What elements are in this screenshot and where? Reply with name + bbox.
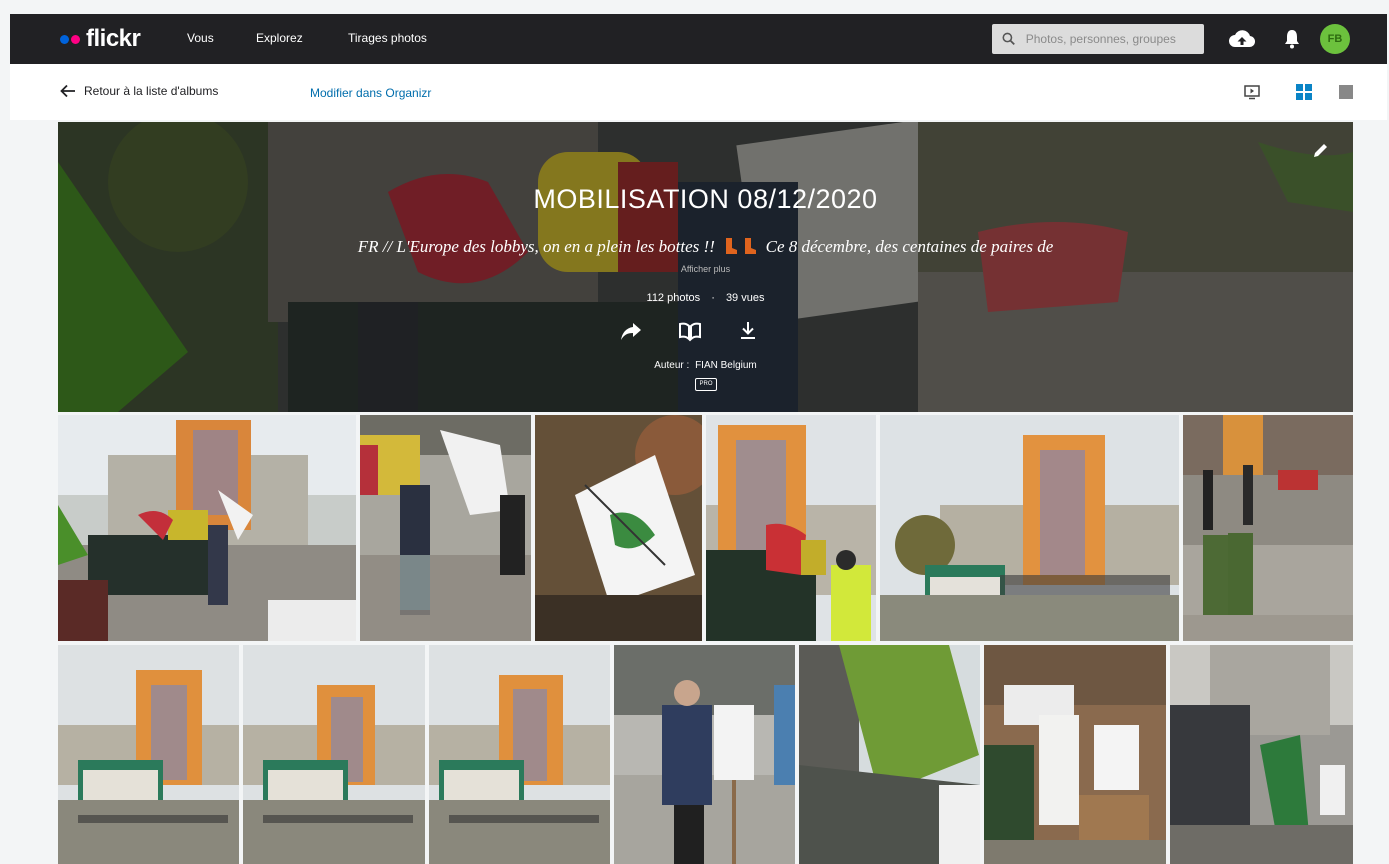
upload-icon[interactable]: [1228, 28, 1256, 50]
edit-in-organizr-link[interactable]: Modifier dans Organizr: [310, 86, 431, 100]
album-cover: MOBILISATION 08/12/2020 FR // L'Europe d…: [58, 122, 1353, 412]
top-navigation-bar: flickr Vous Explorez Tirages photos FB: [10, 14, 1387, 64]
author-name-link[interactable]: FIAN Belgium: [695, 360, 757, 371]
user-avatar[interactable]: FB: [1320, 24, 1350, 54]
album-author: Auteur : FIAN Belgium: [58, 360, 1353, 371]
pro-badge: PRO: [695, 378, 717, 391]
logo-pink-dot: [71, 34, 80, 44]
view-count: 39 vues: [725, 292, 765, 304]
photo-thumbnail[interactable]: [880, 415, 1179, 641]
photo-thumbnail[interactable]: [360, 415, 531, 641]
stats-separator: ·: [711, 292, 715, 304]
photo-thumbnail[interactable]: [614, 645, 795, 864]
photo-image: [1183, 415, 1353, 641]
photo-image: [880, 415, 1179, 641]
photo-image: [535, 415, 702, 641]
description-text-end: Ce 8 décembre, des centaines de paires d…: [765, 237, 1054, 256]
photo-thumbnail[interactable]: [429, 645, 610, 864]
download-icon[interactable]: [737, 320, 759, 342]
photo-thumbnail[interactable]: [535, 415, 702, 641]
slideshow-icon[interactable]: [1243, 83, 1261, 101]
share-icon[interactable]: [619, 320, 643, 342]
grid-view-icon[interactable]: [1295, 83, 1313, 101]
search-icon: [1002, 32, 1015, 46]
boot-emoji-icon: [745, 238, 757, 254]
book-icon[interactable]: [677, 320, 703, 342]
photo-thumbnail[interactable]: [58, 415, 356, 641]
photo-thumbnail[interactable]: [243, 645, 425, 864]
photo-image: [984, 645, 1166, 864]
photo-thumbnail[interactable]: [1183, 415, 1353, 641]
photo-image: [614, 645, 795, 864]
arrow-left-icon: [60, 84, 75, 98]
photo-image: [58, 415, 356, 641]
photo-thumbnail[interactable]: [58, 645, 239, 864]
photo-image: [706, 415, 876, 641]
nav-explore[interactable]: Explorez: [256, 31, 303, 45]
photo-thumbnail[interactable]: [1170, 645, 1353, 864]
photo-image: [799, 645, 980, 864]
photo-thumbnail[interactable]: [706, 415, 876, 641]
album-actions: [619, 320, 759, 342]
boot-emoji-icon: [726, 238, 738, 254]
album-toolbar: Retour à la liste d'albums Modifier dans…: [10, 64, 1387, 120]
photo-image: [243, 645, 425, 864]
logo-text: flickr: [86, 25, 141, 52]
nav-prints[interactable]: Tirages photos: [348, 31, 427, 45]
photo-thumbnail[interactable]: [984, 645, 1166, 864]
album-stats: 112 photos · 39 vues: [58, 292, 1353, 304]
edit-pencil-icon[interactable]: [1311, 140, 1331, 160]
notifications-bell-icon[interactable]: [1283, 28, 1301, 50]
search-input[interactable]: [1023, 31, 1204, 47]
photo-image: [429, 645, 610, 864]
photo-image: [1170, 645, 1353, 864]
photo-count: 112 photos: [646, 292, 701, 304]
nav-you[interactable]: Vous: [187, 31, 214, 45]
album-title: MOBILISATION 08/12/2020: [533, 184, 878, 214]
logo-blue-dot: [60, 34, 69, 44]
flickr-logo[interactable]: flickr: [60, 25, 141, 53]
photo-image: [360, 415, 531, 641]
photo-thumbnail[interactable]: [799, 645, 980, 864]
description-text-start: FR // L'Europe des lobbys, on en a plein…: [357, 237, 715, 256]
back-to-albums-link[interactable]: Retour à la liste d'albums: [60, 84, 218, 98]
search-box[interactable]: [992, 24, 1204, 54]
show-more-link[interactable]: Afficher plus: [58, 264, 1353, 274]
album-description: FR // L'Europe des lobbys, on en a plein…: [58, 237, 1353, 257]
square-view-icon[interactable]: [1337, 83, 1355, 101]
photo-image: [58, 645, 239, 864]
author-label: Auteur :: [654, 360, 690, 371]
back-label: Retour à la liste d'albums: [84, 84, 219, 98]
